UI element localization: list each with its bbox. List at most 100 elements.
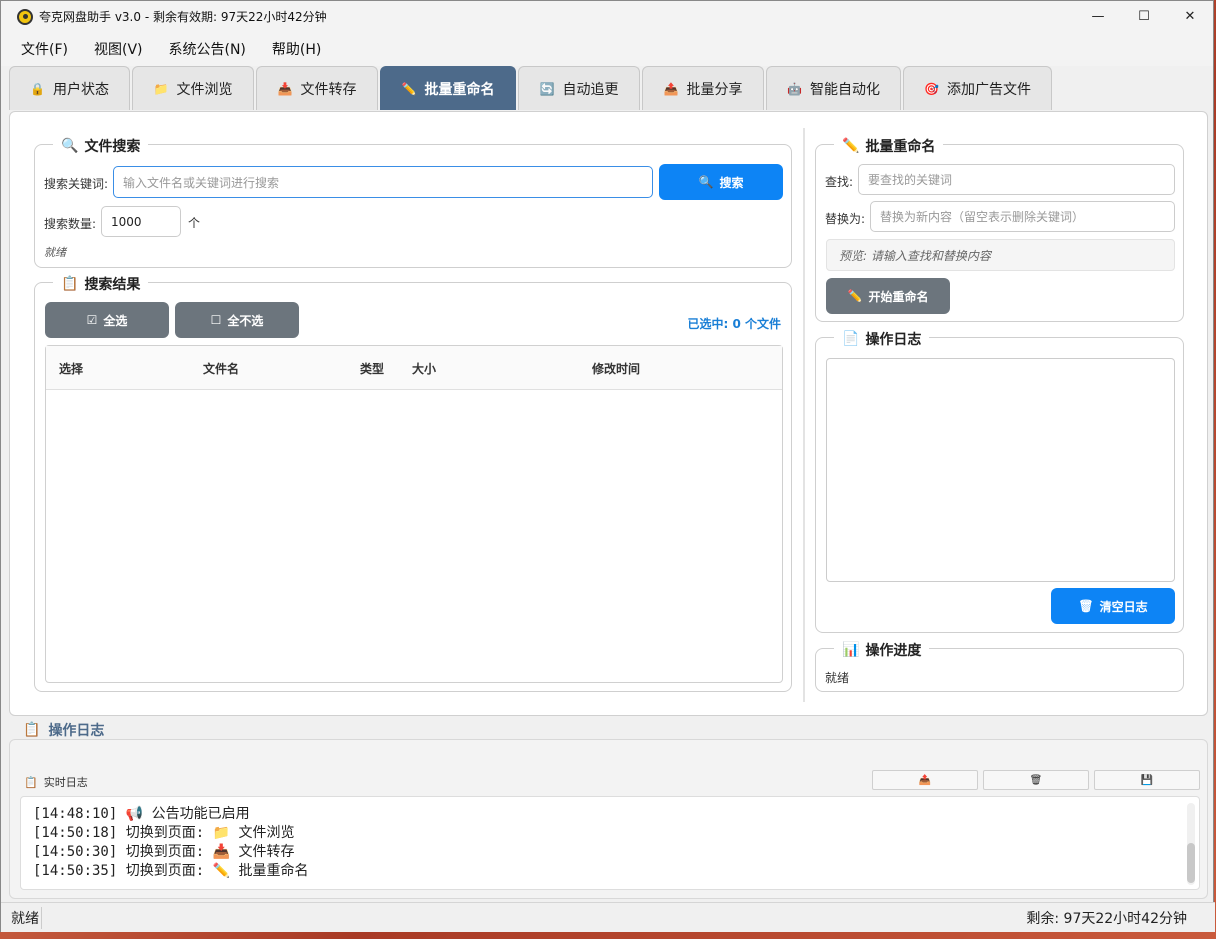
tab-label: 文件浏览: [176, 81, 233, 98]
status-separator: [41, 907, 42, 929]
notepad-icon: 📋: [24, 775, 38, 789]
document-icon: 📄: [842, 331, 860, 347]
status-bar: 就绪 剩余: 97天22小时42分钟: [1, 902, 1215, 932]
tab-label: 智能自动化: [809, 81, 880, 98]
file-search-group: 🔍 文件搜索 搜索关键词: 输入文件名或关键词进行搜索 🔍 搜索 搜索数量: 1…: [34, 136, 792, 268]
maximize-button[interactable]: ☐: [1121, 1, 1167, 32]
title-bar: 夸克网盘助手 v3.0 - 剩余有效期: 97天22小时42分钟 — ☐ ✕: [1, 1, 1213, 32]
table-header: 选择 文件名 类型 大小 修改时间: [46, 346, 782, 390]
tab-add-ad-file[interactable]: 🎯 添加广告文件: [903, 66, 1052, 110]
tab-file-browse[interactable]: 📁 文件浏览: [132, 66, 254, 110]
bottom-log-header: 📋 操作日志: [23, 722, 105, 739]
tab-user-status[interactable]: 🔒 用户状态: [9, 66, 130, 110]
save-log-button[interactable]: 💾: [1094, 770, 1200, 790]
count-input[interactable]: 1000: [101, 206, 181, 237]
chart-icon: 📊: [842, 642, 860, 658]
tab-smart-automation[interactable]: 🤖 智能自动化: [766, 66, 901, 110]
close-button[interactable]: ✕: [1167, 1, 1213, 32]
deselect-all-button[interactable]: ☐ 全不选: [175, 302, 299, 338]
minimize-button[interactable]: —: [1075, 1, 1121, 32]
realtime-log-label: 📋 实时日志: [24, 775, 88, 790]
tab-bar: 🔒 用户状态 📁 文件浏览 📥 文件转存 ✏️ 批量重命名 🔄 自动追更 📤 批…: [1, 66, 1213, 110]
pencil-icon: ✏️: [401, 81, 417, 96]
col-filename[interactable]: 文件名: [203, 360, 239, 377]
progress-status: 就绪: [825, 671, 850, 685]
tab-label: 批量重命名: [424, 81, 495, 98]
window-title: 夸克网盘助手 v3.0 - 剩余有效期: 97天22小时42分钟: [39, 10, 327, 24]
operation-log-group: 📄 操作日志 🗑 清空日志: [815, 329, 1184, 633]
results-table[interactable]: 选择 文件名 类型 大小 修改时间: [45, 345, 783, 683]
trash-icon: 🗑: [1078, 599, 1094, 613]
scroll-thumb[interactable]: [1187, 843, 1195, 883]
lock-icon: 🔒: [30, 81, 45, 96]
checkbox-checked-icon: ☑: [86, 313, 98, 327]
tab-label: 用户状态: [52, 81, 109, 98]
log-line: [14:50:35] 切换到页面: ✏️ 批量重命名: [33, 863, 309, 879]
operation-log-title: 📄 操作日志: [834, 329, 930, 349]
operation-progress-group: 📊 操作进度 就绪: [815, 640, 1184, 692]
save-icon: 💾: [1140, 774, 1154, 786]
panel-divider[interactable]: [803, 128, 805, 702]
rename-preview: 预览: 请输入查找和替换内容: [826, 239, 1175, 271]
inbox-icon: 📥: [277, 81, 293, 96]
find-input[interactable]: 要查找的关键词: [858, 164, 1175, 195]
replace-input[interactable]: 替换为新内容（留空表示删除关键词）: [870, 201, 1175, 232]
upload-icon: 📤: [918, 774, 932, 786]
tab-batch-share[interactable]: 📤 批量分享: [642, 66, 764, 110]
operation-progress-title: 📊 操作进度: [834, 640, 930, 660]
operation-log-area[interactable]: [826, 358, 1175, 582]
clear-log-button[interactable]: 🗑 清空日志: [1051, 588, 1175, 624]
status-remaining: 剩余: 97天22小时42分钟: [1026, 910, 1187, 927]
list-icon: 📋: [61, 276, 79, 292]
window-controls: — ☐ ✕: [1075, 1, 1213, 32]
tab-file-transfer[interactable]: 📥 文件转存: [256, 66, 378, 110]
refresh-icon: 🔄: [539, 81, 555, 96]
menu-file[interactable]: 文件(F): [11, 39, 78, 59]
magnifier-icon: 🔍: [61, 138, 79, 154]
select-all-button[interactable]: ☑ 全选: [45, 302, 169, 338]
search-input[interactable]: 输入文件名或关键词进行搜索: [113, 166, 653, 198]
status-left: 就绪: [11, 910, 39, 927]
col-select[interactable]: 选择: [59, 360, 83, 377]
menu-view[interactable]: 视图(V): [84, 39, 153, 59]
folder-icon: 📁: [153, 81, 169, 96]
outbox-icon: 📤: [663, 81, 679, 96]
tab-auto-follow[interactable]: 🔄 自动追更: [518, 66, 640, 110]
bottom-log-panel: 📋 实时日志 📤 🗑 💾 [14:48:10] 📢 公告功能已启用 [14:50…: [9, 739, 1208, 899]
count-label: 搜索数量:: [44, 217, 97, 231]
tab-batch-rename[interactable]: ✏️ 批量重命名: [380, 66, 516, 110]
app-logo-icon: [17, 8, 33, 25]
col-type[interactable]: 类型: [360, 360, 384, 377]
log-line: [14:48:10] 📢 公告功能已启用: [33, 806, 250, 822]
checkbox-empty-icon: ☐: [210, 313, 222, 327]
export-log-button[interactable]: 📤: [872, 770, 978, 790]
log-icon: 📋: [23, 722, 41, 738]
tab-label: 文件转存: [300, 81, 357, 98]
target-icon: 🎯: [924, 81, 939, 96]
realtime-log-box[interactable]: [14:48:10] 📢 公告功能已启用 [14:50:18] 切换到页面: 📁…: [20, 796, 1200, 890]
batch-rename-panel: 🔍 文件搜索 搜索关键词: 输入文件名或关键词进行搜索 🔍 搜索 搜索数量: 1…: [9, 111, 1208, 716]
menu-announcement[interactable]: 系统公告(N): [159, 39, 256, 59]
tab-label: 批量分享: [686, 81, 743, 98]
log-line: [14:50:30] 切换到页面: 📥 文件转存: [33, 844, 295, 860]
col-size[interactable]: 大小: [412, 360, 436, 377]
search-button[interactable]: 🔍 搜索: [659, 164, 783, 200]
search-results-title: 📋 搜索结果: [53, 274, 149, 294]
log-line: [14:50:18] 切换到页面: 📁 文件浏览: [33, 825, 295, 841]
selected-count: 已选中: 0 个文件: [687, 317, 781, 331]
log-scrollbar[interactable]: [1187, 803, 1195, 885]
clear-realtime-log-button[interactable]: 🗑: [983, 770, 1089, 790]
menu-help[interactable]: 帮助(H): [262, 39, 331, 59]
megaphone-icon: 📢: [125, 806, 144, 822]
count-unit: 个: [188, 216, 201, 230]
file-search-title: 🔍 文件搜索: [53, 136, 149, 156]
pencil-icon: ✏️: [842, 138, 860, 154]
menu-bar: 文件(F) 视图(V) 系统公告(N) 帮助(H): [1, 32, 1213, 66]
keyword-label: 搜索关键词:: [44, 177, 109, 191]
col-modified[interactable]: 修改时间: [592, 360, 640, 377]
tab-label: 添加广告文件: [946, 81, 1031, 98]
start-rename-button[interactable]: ✏️ 开始重命名: [826, 278, 950, 314]
robot-icon: 🤖: [787, 81, 802, 96]
search-results-group: 📋 搜索结果 ☑ 全选 ☐ 全不选 已选中: 0 个文件 选择 文件名 类型 大…: [34, 274, 792, 692]
replace-label: 替换为:: [825, 212, 866, 226]
